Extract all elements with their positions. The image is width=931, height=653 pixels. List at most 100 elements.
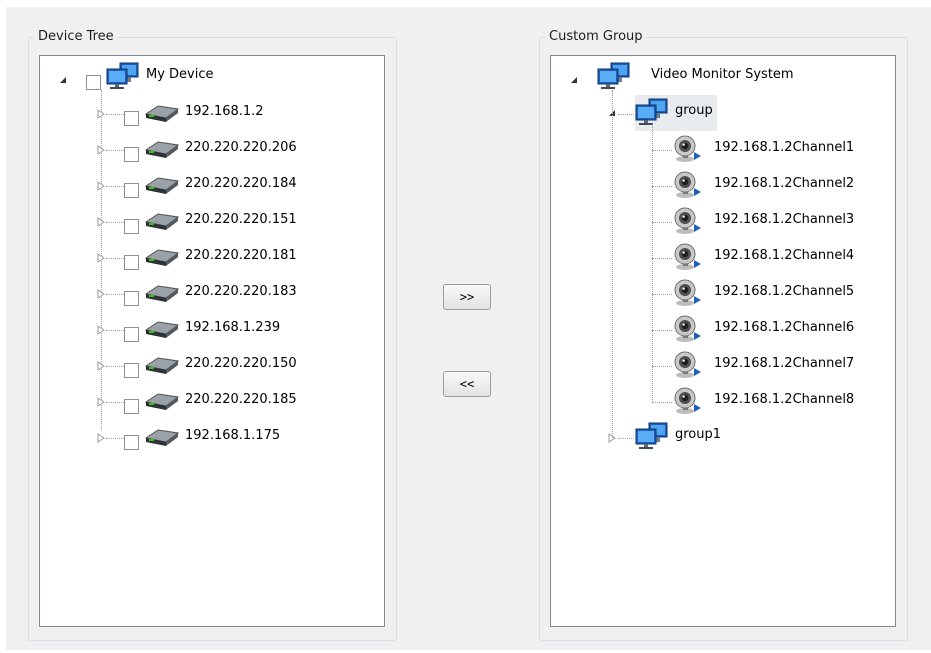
custom-group-groupbox: Custom Group Video Monitor System group 19… xyxy=(539,28,908,641)
camera-icon xyxy=(672,385,702,415)
device-label: 220.220.220.184 xyxy=(185,176,297,191)
dvr-device-icon xyxy=(144,319,180,339)
channel-label: 192.168.1.2Channel3 xyxy=(714,212,855,227)
device-label: 192.168.1.239 xyxy=(185,320,281,335)
collapse-expander-icon[interactable] xyxy=(570,76,580,86)
tree-branch-line xyxy=(652,258,672,259)
device-node[interactable]: 192.168.1.239 xyxy=(40,316,380,342)
channel-label: 192.168.1.2Channel4 xyxy=(714,248,855,263)
device-node[interactable]: 220.220.220.184 xyxy=(40,172,380,198)
root-checkbox[interactable] xyxy=(86,75,101,90)
camera-icon xyxy=(672,313,702,343)
tree-branch-line xyxy=(652,222,672,223)
device-checkbox[interactable] xyxy=(124,255,139,270)
dvr-device-icon xyxy=(144,175,180,195)
dialog-canvas: Device Tree My Device 192.168.1.2 220.220.… xyxy=(6,7,931,650)
computer-network-icon xyxy=(106,62,140,90)
tree-branch-line xyxy=(106,294,124,295)
device-checkbox[interactable] xyxy=(124,291,139,306)
dvr-device-icon xyxy=(144,139,180,159)
tree-branch-line xyxy=(652,150,672,151)
channel-node[interactable]: 192.168.1.2Channel6 xyxy=(551,313,891,343)
dvr-device-icon xyxy=(144,427,180,447)
device-node[interactable]: 220.220.220.185 xyxy=(40,388,380,414)
tree-branch-line xyxy=(106,150,124,151)
camera-icon xyxy=(672,349,702,379)
device-node[interactable]: 220.220.220.150 xyxy=(40,352,380,378)
camera-icon xyxy=(672,277,702,307)
device-label: 220.220.220.181 xyxy=(185,248,297,263)
group-tree-root-node[interactable]: Video Monitor System xyxy=(551,62,891,90)
channel-node[interactable]: 192.168.1.2Channel5 xyxy=(551,277,891,307)
device-node[interactable]: 192.168.1.2 xyxy=(40,100,380,126)
device-label: 220.220.220.206 xyxy=(185,140,297,155)
root-label: My Device xyxy=(146,67,214,82)
tree-branch-line xyxy=(106,186,124,187)
group-label: group1 xyxy=(675,427,722,442)
collapse-expander-icon[interactable] xyxy=(608,109,618,119)
dvr-device-icon xyxy=(144,247,180,267)
custom-group-tree[interactable]: Video Monitor System group 192.168.1.2Chan… xyxy=(550,55,896,627)
dvr-device-icon xyxy=(144,103,180,123)
tree-branch-line xyxy=(652,402,672,403)
channel-node[interactable]: 192.168.1.2Channel2 xyxy=(551,169,891,199)
dvr-device-icon xyxy=(144,283,180,303)
tree-connector-line xyxy=(652,124,653,402)
dvr-device-icon xyxy=(144,211,180,231)
camera-icon xyxy=(672,133,702,163)
device-checkbox[interactable] xyxy=(124,183,139,198)
device-tree-groupbox: Device Tree My Device 192.168.1.2 220.220.… xyxy=(28,28,397,641)
tree-branch-line xyxy=(106,366,124,367)
group-node[interactable]: group1 xyxy=(551,422,891,450)
device-node[interactable]: 220.220.220.181 xyxy=(40,244,380,270)
device-label: 220.220.220.183 xyxy=(185,284,297,299)
device-label: 220.220.220.150 xyxy=(185,356,297,371)
tree-root-node[interactable]: My Device xyxy=(40,62,380,90)
device-checkbox[interactable] xyxy=(124,327,139,342)
camera-icon xyxy=(672,169,702,199)
device-tree-title: Device Tree xyxy=(35,28,117,46)
remove-from-group-button[interactable]: << xyxy=(443,371,491,397)
channel-node[interactable]: 192.168.1.2Channel1 xyxy=(551,133,891,163)
device-label: 192.168.1.2 xyxy=(185,104,264,119)
channel-label: 192.168.1.2Channel2 xyxy=(714,176,855,191)
channel-label: 192.168.1.2Channel8 xyxy=(714,392,855,407)
group-label: group xyxy=(675,103,713,118)
dvr-device-icon xyxy=(144,355,180,375)
device-node[interactable]: 220.220.220.206 xyxy=(40,136,380,162)
dvr-device-icon xyxy=(144,391,180,411)
tree-branch-line xyxy=(618,114,634,115)
device-checkbox[interactable] xyxy=(124,399,139,414)
device-tree[interactable]: My Device 192.168.1.2 220.220.220.206 220.2… xyxy=(39,55,385,627)
collapse-expander-icon[interactable] xyxy=(59,76,69,86)
device-label: 220.220.220.151 xyxy=(185,212,297,227)
tree-branch-line xyxy=(106,258,124,259)
device-node[interactable]: 220.220.220.151 xyxy=(40,208,380,234)
device-checkbox[interactable] xyxy=(124,219,139,234)
device-node[interactable]: 220.220.220.183 xyxy=(40,280,380,306)
camera-icon xyxy=(672,205,702,235)
add-to-group-button[interactable]: >> xyxy=(443,284,491,310)
tree-branch-line xyxy=(106,330,124,331)
custom-group-title: Custom Group xyxy=(546,28,646,46)
tree-branch-line xyxy=(106,222,124,223)
channel-node[interactable]: 192.168.1.2Channel7 xyxy=(551,349,891,379)
channel-node[interactable]: 192.168.1.2Channel3 xyxy=(551,205,891,235)
group-node[interactable]: group xyxy=(551,95,891,131)
tree-branch-line xyxy=(106,114,124,115)
tree-branch-line xyxy=(106,438,124,439)
device-checkbox[interactable] xyxy=(124,111,139,126)
channel-node[interactable]: 192.168.1.2Channel8 xyxy=(551,385,891,415)
device-checkbox[interactable] xyxy=(124,435,139,450)
computer-network-icon xyxy=(597,62,631,90)
channel-label: 192.168.1.2Channel1 xyxy=(714,140,855,155)
channel-node[interactable]: 192.168.1.2Channel4 xyxy=(551,241,891,271)
expand-expander-icon[interactable] xyxy=(608,433,618,443)
device-checkbox[interactable] xyxy=(124,363,139,378)
camera-icon xyxy=(672,241,702,271)
channel-label: 192.168.1.2Channel5 xyxy=(714,284,855,299)
device-node[interactable]: 192.168.1.175 xyxy=(40,424,380,450)
tree-branch-line xyxy=(106,402,124,403)
device-checkbox[interactable] xyxy=(124,147,139,162)
tree-branch-line xyxy=(652,366,672,367)
